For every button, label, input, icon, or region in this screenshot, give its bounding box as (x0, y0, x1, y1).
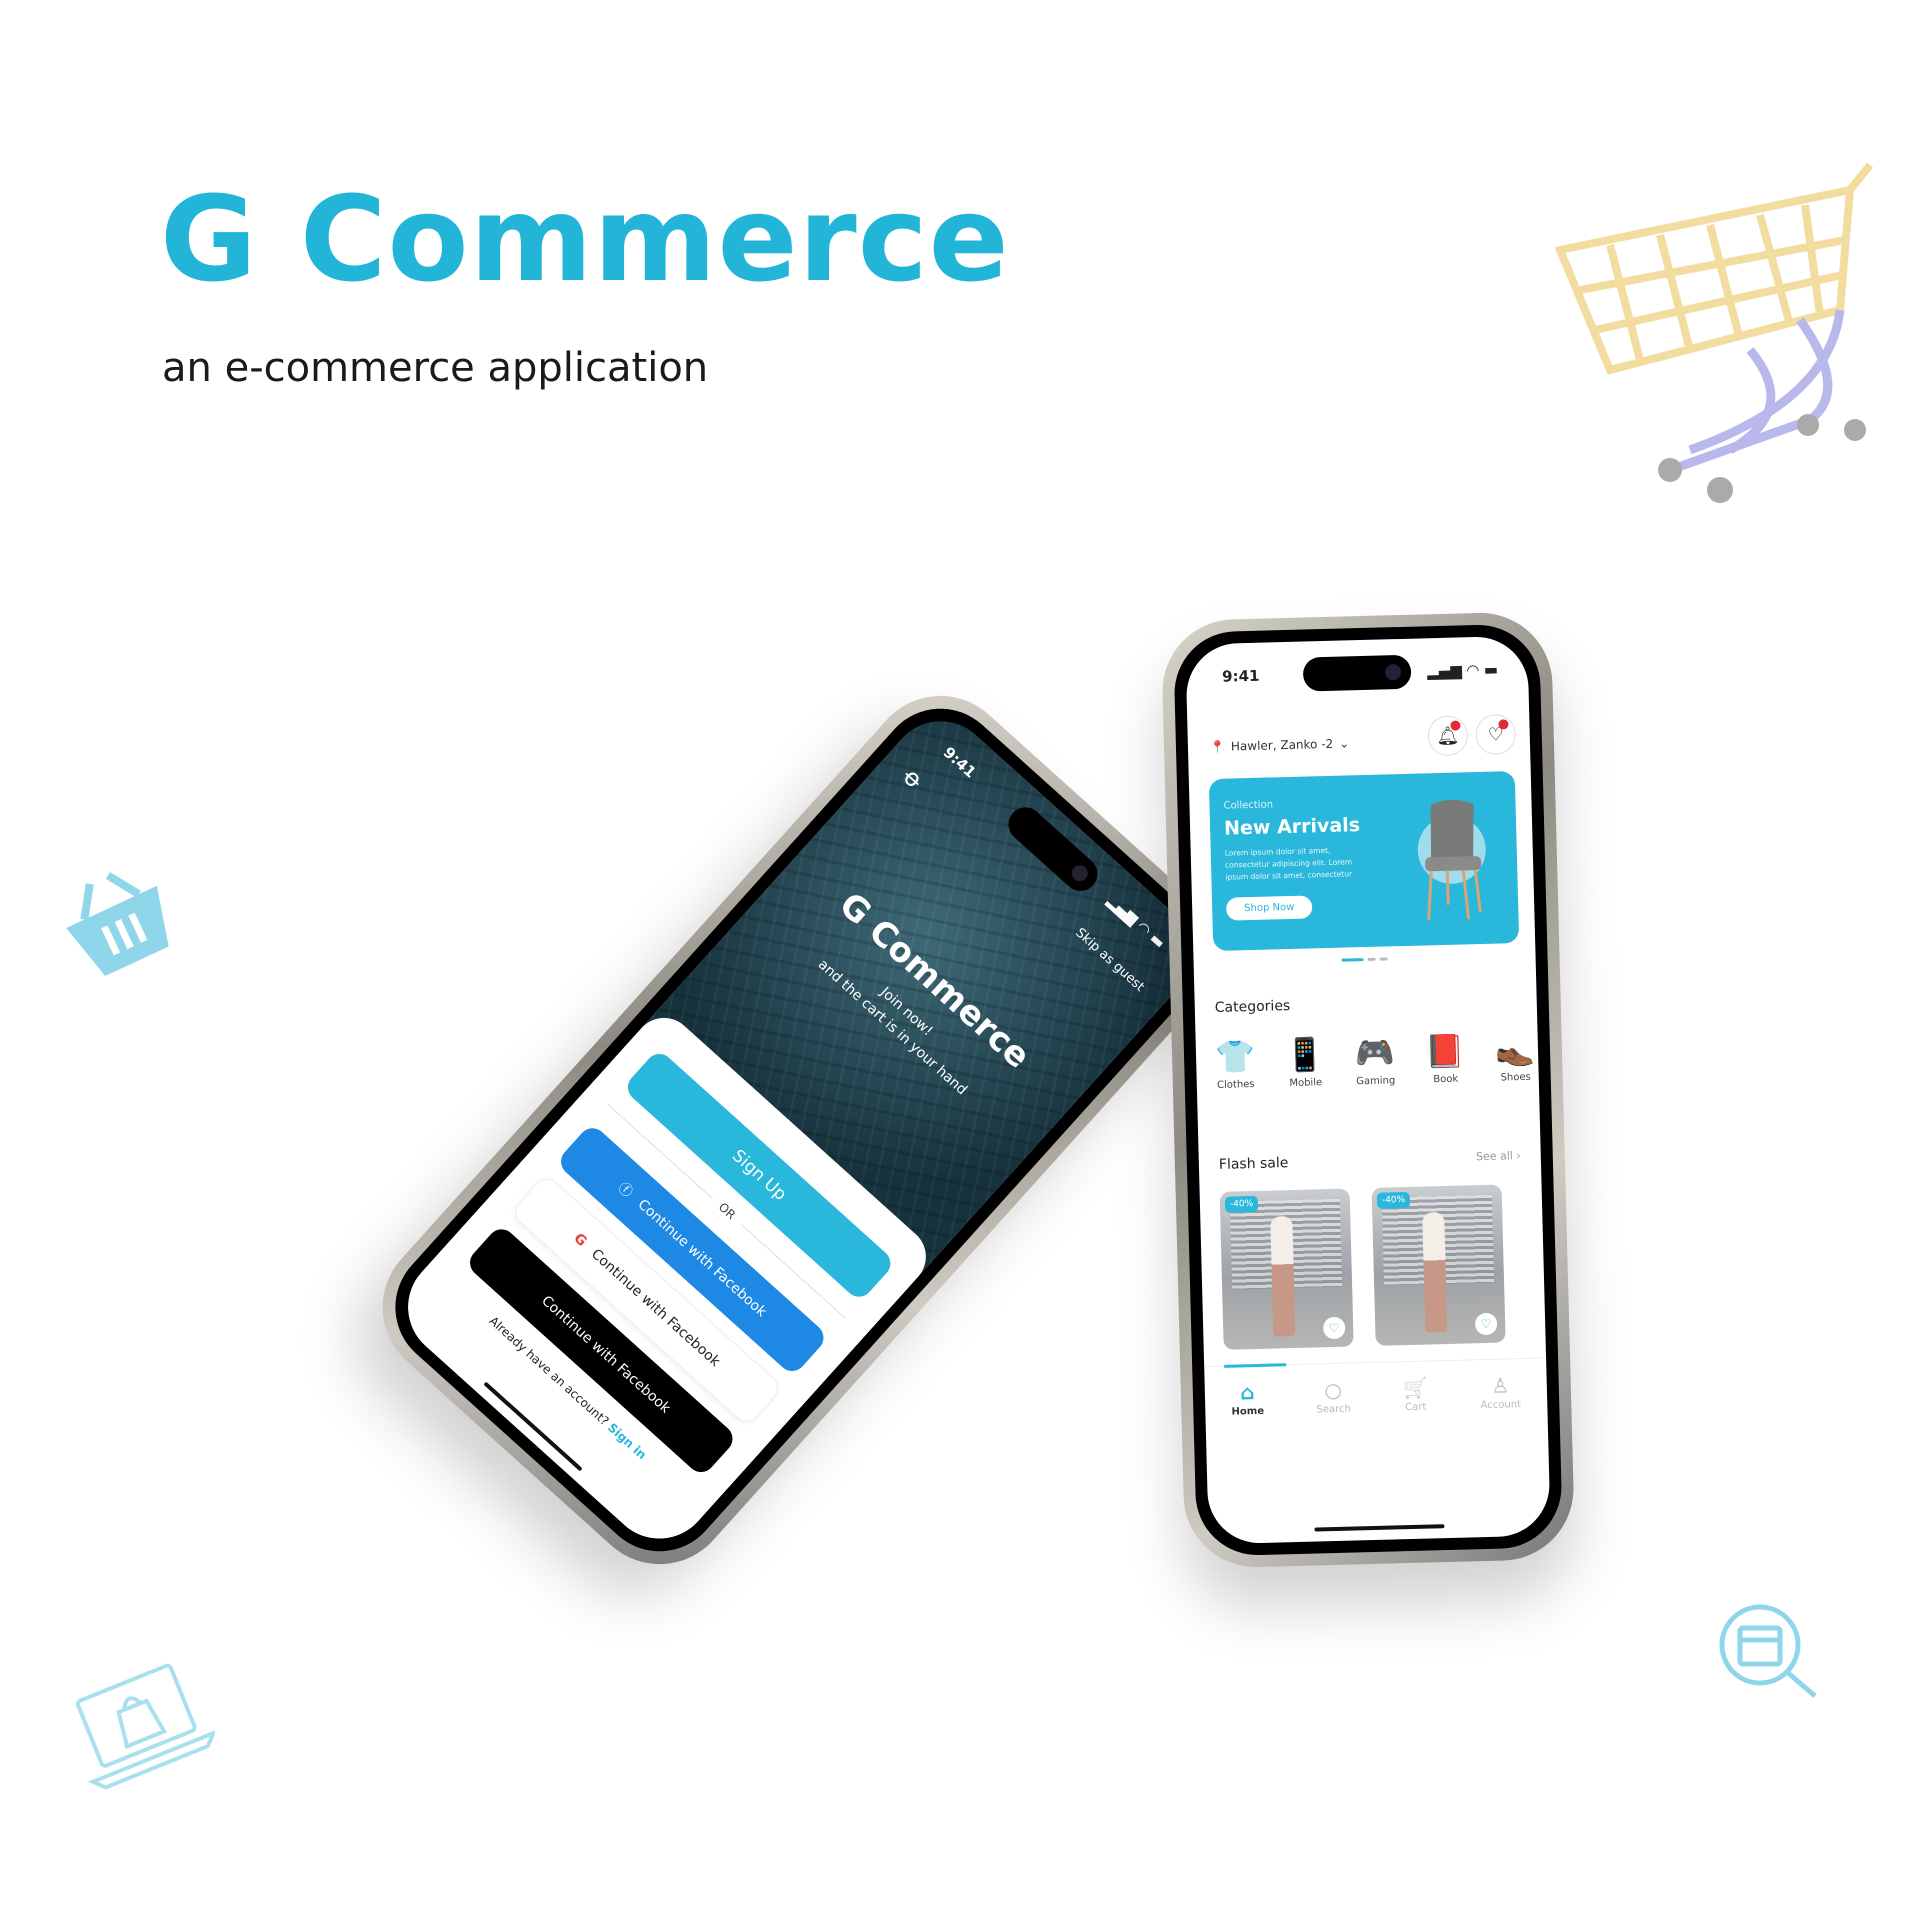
sign-in-link[interactable]: Sign in (605, 1420, 649, 1462)
tab-account[interactable]: ♙ Account (1480, 1373, 1522, 1439)
status-icons: ▂▄▆ ◠ ▬ (1427, 660, 1499, 681)
category-label: Clothes (1216, 1078, 1255, 1091)
notification-badge (1450, 720, 1461, 731)
discount-badge: -40% (1224, 1195, 1259, 1213)
book-icon: 📕 (1424, 1031, 1466, 1071)
category-label: Mobile (1289, 1077, 1323, 1090)
product-search-icon (1719, 1604, 1817, 1698)
category-shoes[interactable]: 👞 Shoes (1491, 1026, 1538, 1084)
status-time: 9:41 (1221, 666, 1260, 686)
location-label: Hawler, Zanko -2 (1230, 736, 1334, 754)
banner-description: Lorem ipsum dolor sit amet, consectetur … (1224, 845, 1353, 882)
user-icon: ♙ (1491, 1373, 1510, 1398)
home-indicator (1314, 1524, 1445, 1532)
gamepad-icon: 🎮 (1354, 1033, 1396, 1073)
category-clothes[interactable]: 👕 Clothes (1211, 1033, 1258, 1091)
wishlist-button[interactable]: ♡ (1475, 714, 1517, 756)
bottom-tab-bar: ⌂ Home ○ Search 🛒 Cart ♙ Account (1204, 1357, 1549, 1447)
location-pin-icon: 📍 (1209, 739, 1226, 755)
category-label: Gaming (1356, 1075, 1396, 1088)
wishlist-badge (1498, 719, 1509, 730)
category-book[interactable]: 📕 Book (1421, 1027, 1468, 1085)
notifications-button[interactable]: 🔔︎ (1427, 715, 1469, 757)
laptop-shopping-bag-icon (75, 1663, 215, 1790)
cart-icon: 🛒 (1402, 1375, 1429, 1401)
shirt-icon: 👕 (1214, 1036, 1256, 1076)
categories-title: Categories (1214, 998, 1291, 1016)
tab-label: Home (1231, 1405, 1265, 1418)
google-icon: G (570, 1230, 590, 1250)
tab-label: Cart (1405, 1401, 1427, 1414)
new-arrivals-banner[interactable]: Collection New Arrivals Lorem ipsum dolo… (1208, 771, 1520, 952)
hero-title: G Commerce (160, 170, 1010, 308)
favorite-heart-icon[interactable]: ♡ (1474, 1312, 1498, 1336)
category-gaming[interactable]: 🎮 Gaming (1351, 1029, 1398, 1087)
hero-subtitle: an e-commerce application (162, 345, 709, 391)
home-icon: ⌂ (1239, 1380, 1255, 1405)
shoe-icon: 👞 (1494, 1029, 1536, 1069)
product-image (1422, 1212, 1448, 1333)
chevron-down-icon: ⌄ (1338, 736, 1350, 751)
tab-cart[interactable]: 🛒 Cart (1402, 1376, 1429, 1442)
tab-search[interactable]: ○ Search (1316, 1378, 1352, 1444)
discount-badge: -40% (1376, 1191, 1411, 1209)
favorite-heart-icon[interactable]: ♡ (1322, 1316, 1346, 1340)
flash-sale-title: Flash sale (1218, 1155, 1289, 1173)
shopping-cart-icon (1554, 162, 1874, 503)
product-card[interactable]: -40% ♡ (1371, 1184, 1506, 1346)
tab-label: Account (1480, 1399, 1522, 1412)
category-mobile[interactable]: 📱 Mobile (1281, 1031, 1328, 1089)
signup-screen: 9:41 ▂▄▆ ◠ ▬ ꝋ Skip as guest G Commerce J… (386, 700, 1214, 1560)
category-label: Book (1433, 1073, 1459, 1086)
product-image (1270, 1216, 1296, 1337)
signup-phone-mockup: 9:41 ▂▄▆ ◠ ▬ ꝋ Skip as guest G Commerce J… (352, 666, 1248, 1594)
basket-icon (66, 872, 169, 977)
search-icon: ○ (1324, 1377, 1343, 1403)
phone-icon: 📱 (1284, 1035, 1326, 1075)
home-screen: 9:41 ▂▄▆ ◠ ▬ 📍 Hawler, Zanko -2 ⌄ 🔔︎ ♡ Coll… (1185, 635, 1551, 1545)
chair-image (1417, 799, 1486, 921)
see-all-link[interactable]: See all › (1476, 1149, 1521, 1166)
tab-home[interactable]: ⌂ Home (1231, 1380, 1265, 1446)
location-selector[interactable]: 📍 Hawler, Zanko -2 ⌄ (1210, 736, 1350, 754)
category-label: Shoes (1500, 1071, 1531, 1084)
facebook-icon: ⓕ (614, 1179, 636, 1202)
carousel-dots[interactable] (1341, 957, 1388, 962)
tab-label: Search (1316, 1403, 1352, 1416)
product-card[interactable]: -40% ♡ (1219, 1188, 1354, 1350)
shop-now-button[interactable]: Shop Now (1225, 895, 1313, 921)
home-phone-mockup: 9:41 ▂▄▆ ◠ ▬ 📍 Hawler, Zanko -2 ⌄ 🔔︎ ♡ Coll… (1160, 611, 1576, 1569)
